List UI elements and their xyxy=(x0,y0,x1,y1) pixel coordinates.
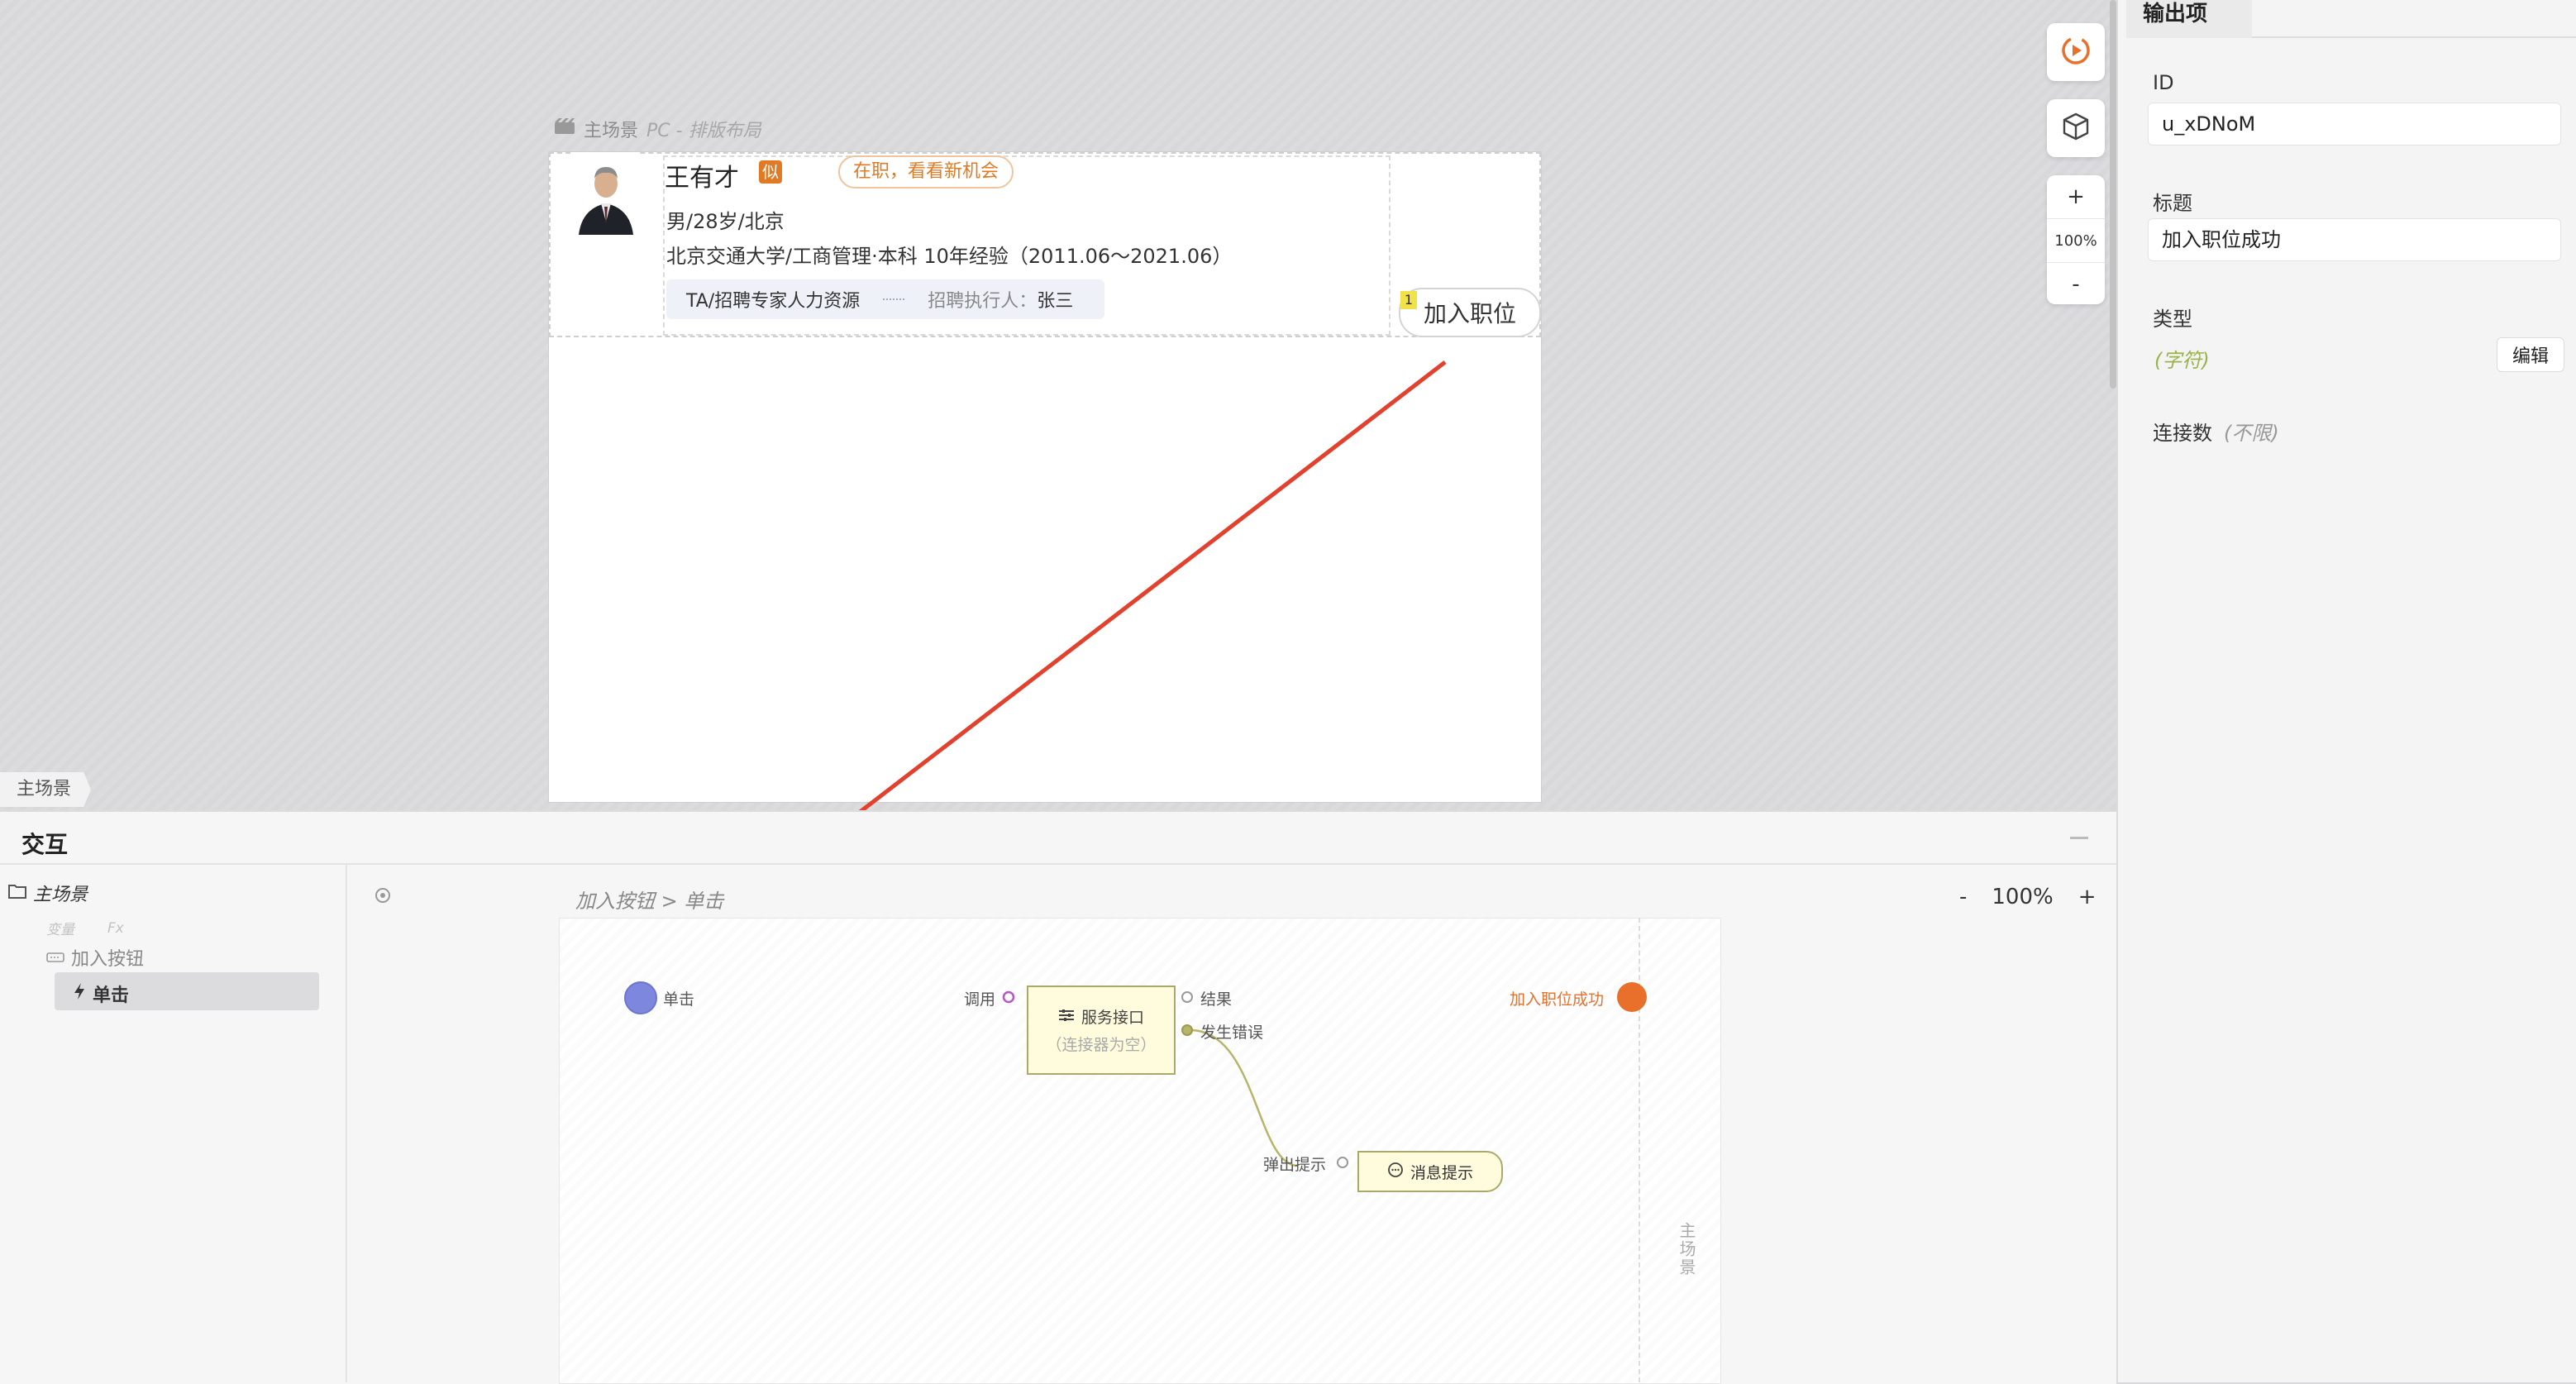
title-label: 标题 xyxy=(2153,192,2192,215)
service-node-subtitle: （连接器为空） xyxy=(1046,1036,1157,1054)
sliders-icon xyxy=(1058,1008,1075,1026)
call-pin[interactable] xyxy=(1002,990,1015,1007)
start-event-label: 单击 xyxy=(663,990,695,1009)
id-label: ID xyxy=(2153,71,2174,94)
connections-value: (不限) xyxy=(2224,422,2279,445)
connections-label: 连接数 xyxy=(2153,422,2212,445)
type-label: 类型 xyxy=(2153,308,2192,331)
tab-output[interactable]: 输出项 xyxy=(2126,0,2252,38)
edit-type-button[interactable]: 编辑 xyxy=(2497,337,2564,372)
message-bubble-icon xyxy=(1387,1162,1404,1182)
call-pin-label: 调用 xyxy=(964,990,996,1009)
popup-pin[interactable] xyxy=(1336,1156,1349,1172)
id-field[interactable]: u_xDNoM xyxy=(2148,103,2561,146)
result-pin-label: 结果 xyxy=(1200,990,1233,1009)
error-pin-label: 发生错误 xyxy=(1200,1024,1264,1042)
popup-pin-label: 弹出提示 xyxy=(1263,1156,1327,1174)
tab-underline xyxy=(2252,36,2576,38)
connections-row: 连接数 (不限) xyxy=(2153,417,2279,446)
title-field[interactable]: 加入职位成功 xyxy=(2148,218,2561,261)
message-node[interactable]: 消息提示 xyxy=(1357,1151,1503,1192)
output-label: 加入职位成功 xyxy=(1510,990,1605,1009)
service-node-header: 服务接口 xyxy=(1028,1005,1174,1028)
message-node-label: 消息提示 xyxy=(1410,1163,1473,1182)
result-pin[interactable] xyxy=(1181,990,1194,1007)
start-event-dot[interactable] xyxy=(623,981,658,1019)
service-node-title: 服务接口 xyxy=(1080,1009,1144,1027)
output-event-dot[interactable] xyxy=(1615,981,1648,1017)
error-pin[interactable] xyxy=(1181,1024,1194,1040)
service-node[interactable]: 服务接口 （连接器为空） xyxy=(1027,986,1176,1075)
type-value: (字符) xyxy=(2154,349,2210,372)
